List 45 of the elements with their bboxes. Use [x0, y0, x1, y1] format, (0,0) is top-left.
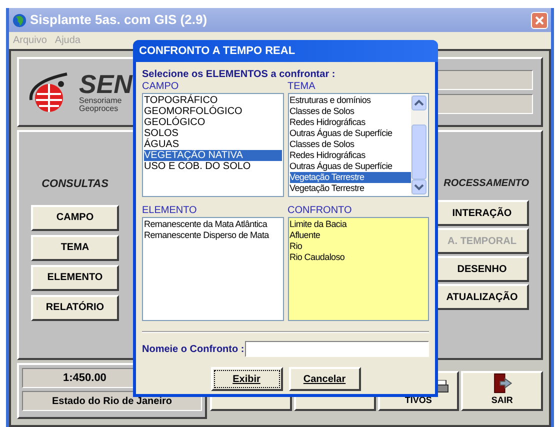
list-item[interactable]: SOLOS: [144, 128, 282, 139]
side-button[interactable]: RELATÓRIO: [31, 294, 119, 320]
list-label: ELEMENTO: [142, 205, 198, 217]
logo-text: Geoproces: [79, 105, 120, 113]
list-item[interactable]: Classes de Solos: [290, 139, 411, 150]
logo-mark: SEN: [79, 71, 132, 97]
list-item[interactable]: Redes Hidrográficas: [290, 150, 411, 161]
list-item[interactable]: Vegetação Terrestre: [290, 183, 411, 194]
list-item[interactable]: Estruturas e domínios: [290, 95, 411, 106]
list-item[interactable]: Remanescente Disperso de Mata: [144, 230, 282, 241]
side-button[interactable]: TEMA: [31, 234, 119, 260]
list-item[interactable]: GEOLÓGICO: [144, 117, 282, 128]
list-label: CAMPO: [142, 81, 180, 93]
list-label: TEMA: [288, 81, 316, 93]
list-item[interactable]: Rio Caudaloso: [290, 252, 427, 263]
list-item[interactable]: Outras Águas de Superfície: [290, 161, 411, 172]
list-item[interactable]: Outras Águas de Superfície: [290, 128, 411, 139]
list-item[interactable]: Limite da Bacia: [290, 219, 427, 230]
side-button[interactable]: DESENHO: [435, 256, 529, 282]
list-label: CONFRONTO: [288, 205, 353, 217]
dialog-title: CONFRONTO A TEMPO REAL: [139, 44, 296, 59]
section-heading: ROCESSAMENTO: [444, 177, 529, 191]
side-button[interactable]: ATUALIZAÇÃO: [435, 284, 529, 310]
list-item[interactable]: Classes de Solos: [290, 106, 411, 117]
list-item[interactable]: VEGETAÇÃO NATIVA: [144, 150, 282, 161]
dialog-button[interactable]: Cancelar: [288, 367, 360, 391]
name-label: Nomeie o Confronto :: [142, 342, 244, 356]
window-title: Sisplamte 5as. com GIS (2.9): [30, 11, 208, 30]
list-item[interactable]: GEOMORFOLÓGICO: [144, 106, 282, 117]
side-button[interactable]: INTERAÇÃO: [435, 200, 529, 226]
list-item[interactable]: Rio: [290, 241, 427, 252]
list-item[interactable]: Vegetação Terrestre: [290, 172, 411, 183]
side-button[interactable]: CAMPO: [31, 204, 119, 230]
logo-text: Sensoriame: [79, 97, 123, 105]
list-item[interactable]: Redes Hidrográficas: [290, 117, 411, 128]
list-item[interactable]: Remanescente da Mata Atlântica: [144, 219, 282, 230]
instruction-text: Selecione os ELEMENTOS a confrontar :: [142, 69, 336, 81]
side-button[interactable]: ELEMENTO: [31, 264, 119, 290]
dialog-button[interactable]: Exibir: [210, 367, 282, 391]
exit-button[interactable]: SAIR: [461, 371, 543, 411]
list-item[interactable]: TOPOGRÁFICO: [144, 95, 282, 106]
list-item[interactable]: USO E COB. DO SOLO: [144, 161, 282, 172]
list-item[interactable]: ÁGUAS: [144, 139, 282, 150]
list-item[interactable]: Afluente: [290, 230, 427, 241]
section-heading: CONSULTAS: [42, 177, 108, 192]
